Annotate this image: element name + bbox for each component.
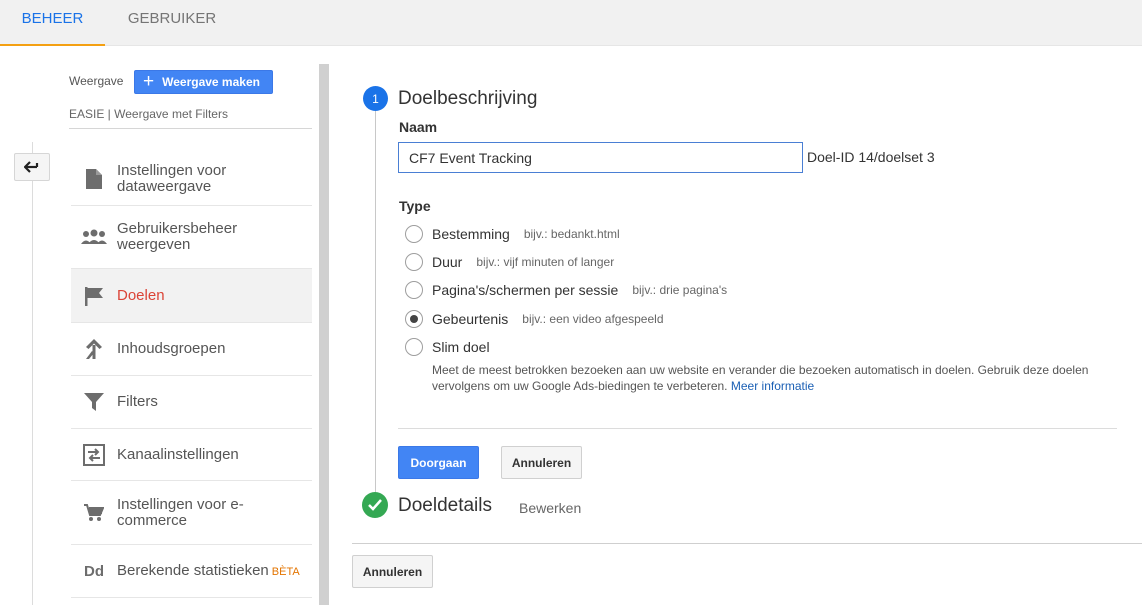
sidebar-item-label: Filters bbox=[117, 393, 158, 410]
type-option-hint: bijv.: bedankt.html bbox=[523, 227, 620, 241]
tab-admin[interactable]: BEHEER bbox=[0, 0, 105, 46]
sidebar-item-user-management[interactable]: Gebruikersbeheer weergeven bbox=[71, 206, 312, 269]
sidebar-item-label: Inhoudsgroepen bbox=[117, 340, 226, 357]
continue-button[interactable]: Doorgaan bbox=[398, 446, 479, 479]
radio-button[interactable] bbox=[405, 338, 423, 356]
edit-link[interactable]: Bewerken bbox=[519, 500, 581, 516]
arrow-back-icon bbox=[24, 161, 39, 173]
radio-dot bbox=[410, 315, 418, 323]
rail-line bbox=[32, 142, 33, 605]
view-name: EASIE | Weergave met Filters bbox=[69, 107, 312, 129]
smart-goal-description: Meet de meest betrokken bezoeken aan uw … bbox=[432, 362, 1112, 394]
sidebar-item-view-settings[interactable]: Instellingen voor dataweergave bbox=[71, 152, 312, 206]
sidebar-item-calculated-metrics[interactable]: Dd Berekende statistieken BÈTA bbox=[71, 545, 312, 598]
name-field-label: Naam bbox=[399, 119, 438, 135]
sidebar-scrollbar[interactable] bbox=[319, 64, 329, 605]
sidebar-item-label: Berekende statistieken BÈTA bbox=[117, 561, 307, 580]
goal-description-title: Doelbeschrijving bbox=[398, 88, 538, 109]
create-view-button[interactable]: + Weergave maken bbox=[134, 70, 273, 94]
sidebar-item-ecommerce-settings[interactable]: Instellingen voor e-commerce bbox=[71, 481, 312, 545]
type-option-hint: bijv.: drie pagina's bbox=[632, 283, 728, 297]
people-icon bbox=[71, 229, 117, 245]
type-option-hint: bijv.: een video afgespeeld bbox=[522, 312, 664, 326]
create-view-label: Weergave maken bbox=[162, 75, 260, 89]
sidebar-item-channel-settings[interactable]: Kanaalinstellingen bbox=[71, 429, 312, 481]
beta-badge: BÈTA bbox=[271, 565, 300, 578]
goal-details-title: Doeldetails bbox=[398, 495, 492, 516]
cancel-button[interactable]: Annuleren bbox=[501, 446, 582, 479]
more-info-link[interactable]: Meer informatie bbox=[731, 379, 814, 393]
radio-button[interactable] bbox=[405, 281, 423, 299]
type-option-event[interactable]: Gebeurtenis bijv.: een video afgespeeld bbox=[405, 310, 664, 328]
type-option-label: Duur bbox=[432, 254, 463, 270]
sidebar-item-label: Doelen bbox=[117, 286, 165, 304]
channel-settings-icon bbox=[71, 443, 117, 466]
sidebar-item-goals[interactable]: Doelen bbox=[71, 269, 312, 323]
type-field-label: Type bbox=[399, 198, 431, 214]
content-grouping-icon bbox=[71, 338, 117, 360]
filter-icon bbox=[71, 392, 117, 412]
step-connector-line bbox=[375, 110, 376, 496]
type-option-pages-per-session[interactable]: Pagina's/schermen per sessie bijv.: drie… bbox=[405, 281, 727, 299]
bottom-cancel-button[interactable]: Annuleren bbox=[352, 555, 433, 588]
step-number-badge: 1 bbox=[363, 86, 388, 111]
sidebar-item-label: Gebruikersbeheer weergeven bbox=[117, 220, 238, 253]
sidebar-item-label: Instellingen voor e-commerce bbox=[117, 495, 244, 529]
sidebar-item-filters[interactable]: Filters bbox=[71, 376, 312, 429]
flag-icon bbox=[71, 286, 117, 306]
calculated-metrics-icon: Dd bbox=[71, 563, 117, 580]
type-option-hint: bijv.: vijf minuten of langer bbox=[476, 255, 615, 269]
view-label: Weergave bbox=[69, 74, 124, 88]
sidebar-item-label-text: Berekende statistieken bbox=[117, 561, 269, 579]
divider bbox=[398, 428, 1117, 429]
cart-icon bbox=[71, 503, 117, 522]
radio-button[interactable] bbox=[405, 225, 423, 243]
radio-button[interactable] bbox=[405, 253, 423, 271]
sidebar-item-label: Instellingen voor dataweergave bbox=[117, 161, 227, 195]
goal-name-input[interactable] bbox=[398, 142, 803, 173]
type-option-destination[interactable]: Bestemming bijv.: bedankt.html bbox=[405, 225, 620, 243]
goal-id-text: Doel-ID 14/doelset 3 bbox=[807, 149, 935, 165]
sidebar-item-content-groupings[interactable]: Inhoudsgroepen bbox=[71, 323, 312, 376]
type-option-label: Slim doel bbox=[432, 339, 490, 355]
type-option-duration[interactable]: Duur bijv.: vijf minuten of langer bbox=[405, 253, 614, 271]
document-icon bbox=[71, 168, 117, 189]
type-option-label: Pagina's/schermen per sessie bbox=[432, 282, 619, 298]
type-option-label: Gebeurtenis bbox=[432, 311, 509, 327]
calculated-metrics-icon-text: Dd bbox=[84, 562, 104, 580]
top-tab-bar: BEHEER GEBRUIKER bbox=[0, 0, 1142, 46]
check-icon bbox=[362, 492, 388, 518]
sidebar-item-label: Kanaalinstellingen bbox=[117, 445, 239, 463]
type-option-smart-goal[interactable]: Slim doel bbox=[405, 338, 504, 356]
divider bbox=[352, 543, 1142, 544]
tab-user[interactable]: GEBRUIKER bbox=[112, 0, 232, 46]
radio-button-checked[interactable] bbox=[405, 310, 423, 328]
collapse-sidebar-button[interactable] bbox=[14, 153, 50, 181]
type-option-label: Bestemming bbox=[432, 226, 510, 242]
plus-icon: + bbox=[143, 71, 155, 92]
